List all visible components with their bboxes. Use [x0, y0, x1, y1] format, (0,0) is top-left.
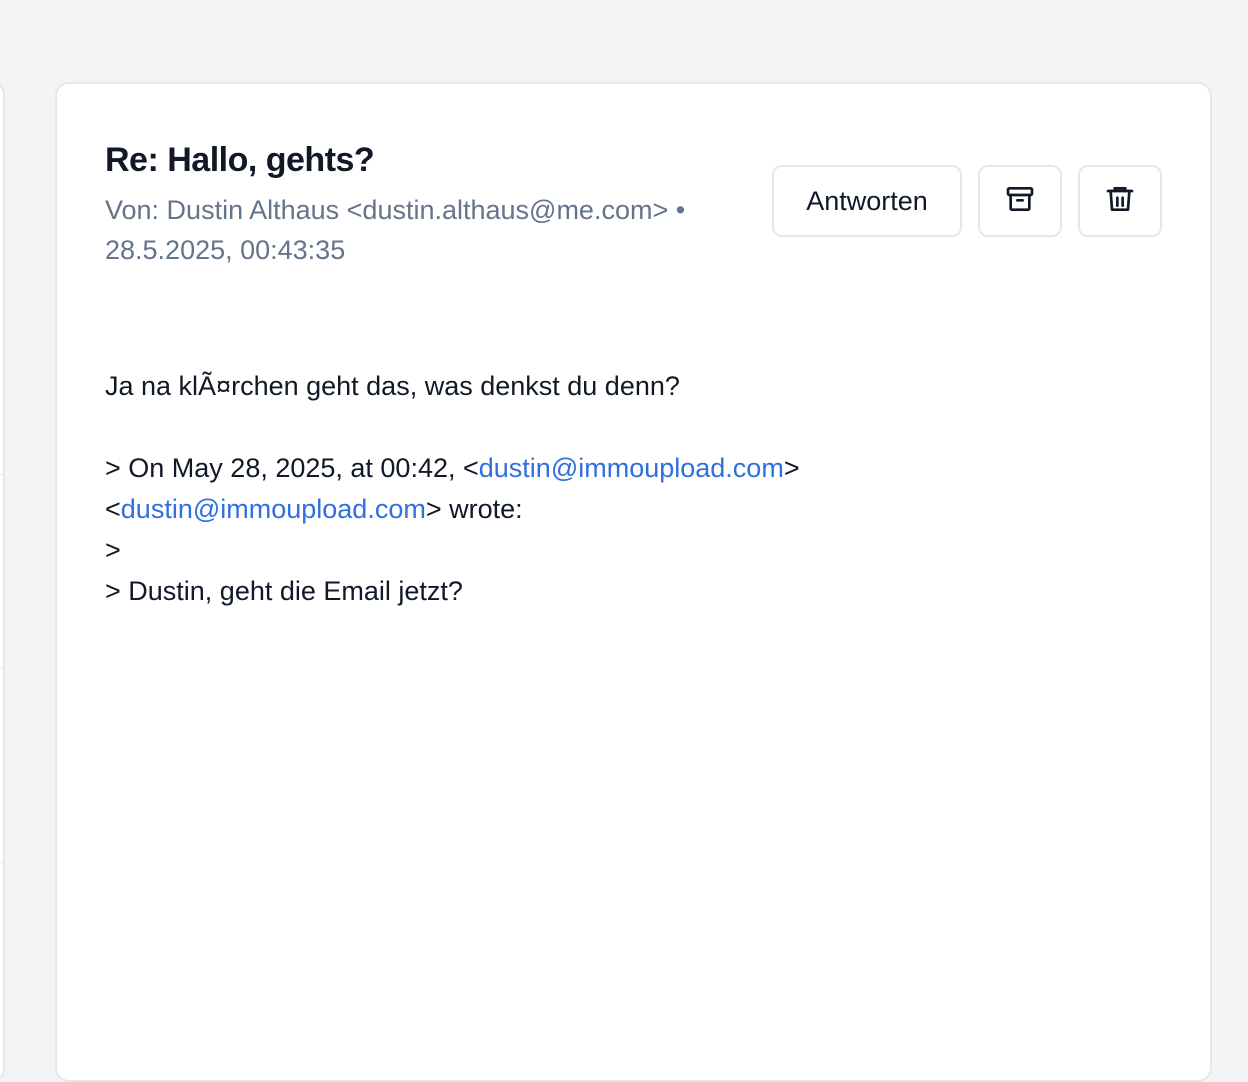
- email-subject: Re: Hallo, gehts?: [105, 141, 375, 179]
- quote-open: <: [105, 494, 121, 524]
- archive-button[interactable]: [978, 165, 1062, 237]
- quote-text-line: > Dustin, geht die Email jetzt?: [105, 576, 463, 606]
- list-divider: [0, 474, 3, 475]
- email-link[interactable]: dustin@immoupload.com: [121, 494, 426, 524]
- quote-header-line: <dustin@immoupload.com> wrote:: [105, 489, 1105, 530]
- email-detail-card: Re: Hallo, gehts? Von: Dustin Althaus <d…: [55, 82, 1212, 1082]
- quote-header-line: > On May 28, 2025, at 00:42, <dustin@imm…: [105, 448, 1105, 489]
- body-text-line: Ja na klÃ¤rchen geht das, was denkst du …: [105, 371, 680, 401]
- quote-blank-line: >: [105, 535, 121, 565]
- delete-button[interactable]: [1078, 165, 1162, 237]
- email-header: Re: Hallo, gehts? Von: Dustin Althaus <d…: [105, 138, 755, 270]
- list-divider: [0, 668, 3, 669]
- sender-info: Von: Dustin Althaus <dustin.althaus@me.c…: [105, 195, 686, 225]
- email-timestamp: 28.5.2025, 00:43:35: [105, 235, 346, 265]
- quote-prefix: > On May 28, 2025, at 00:42, <: [105, 453, 479, 483]
- email-body: Ja na klÃ¤rchen geht das, was denkst du …: [105, 366, 1105, 612]
- list-divider: [0, 862, 3, 863]
- email-meta: Von: Dustin Althaus <dustin.althaus@me.c…: [105, 190, 755, 270]
- quote-suffix: >: [783, 453, 800, 483]
- email-list-panel-edge: [0, 82, 5, 1082]
- trash-icon: [1104, 183, 1136, 220]
- email-link[interactable]: dustin@immoupload.com: [479, 453, 784, 483]
- quote-suffix: > wrote:: [425, 494, 523, 524]
- email-actions: Antworten: [772, 165, 1162, 237]
- archive-icon: [1004, 183, 1036, 220]
- reply-button[interactable]: Antworten: [772, 165, 962, 237]
